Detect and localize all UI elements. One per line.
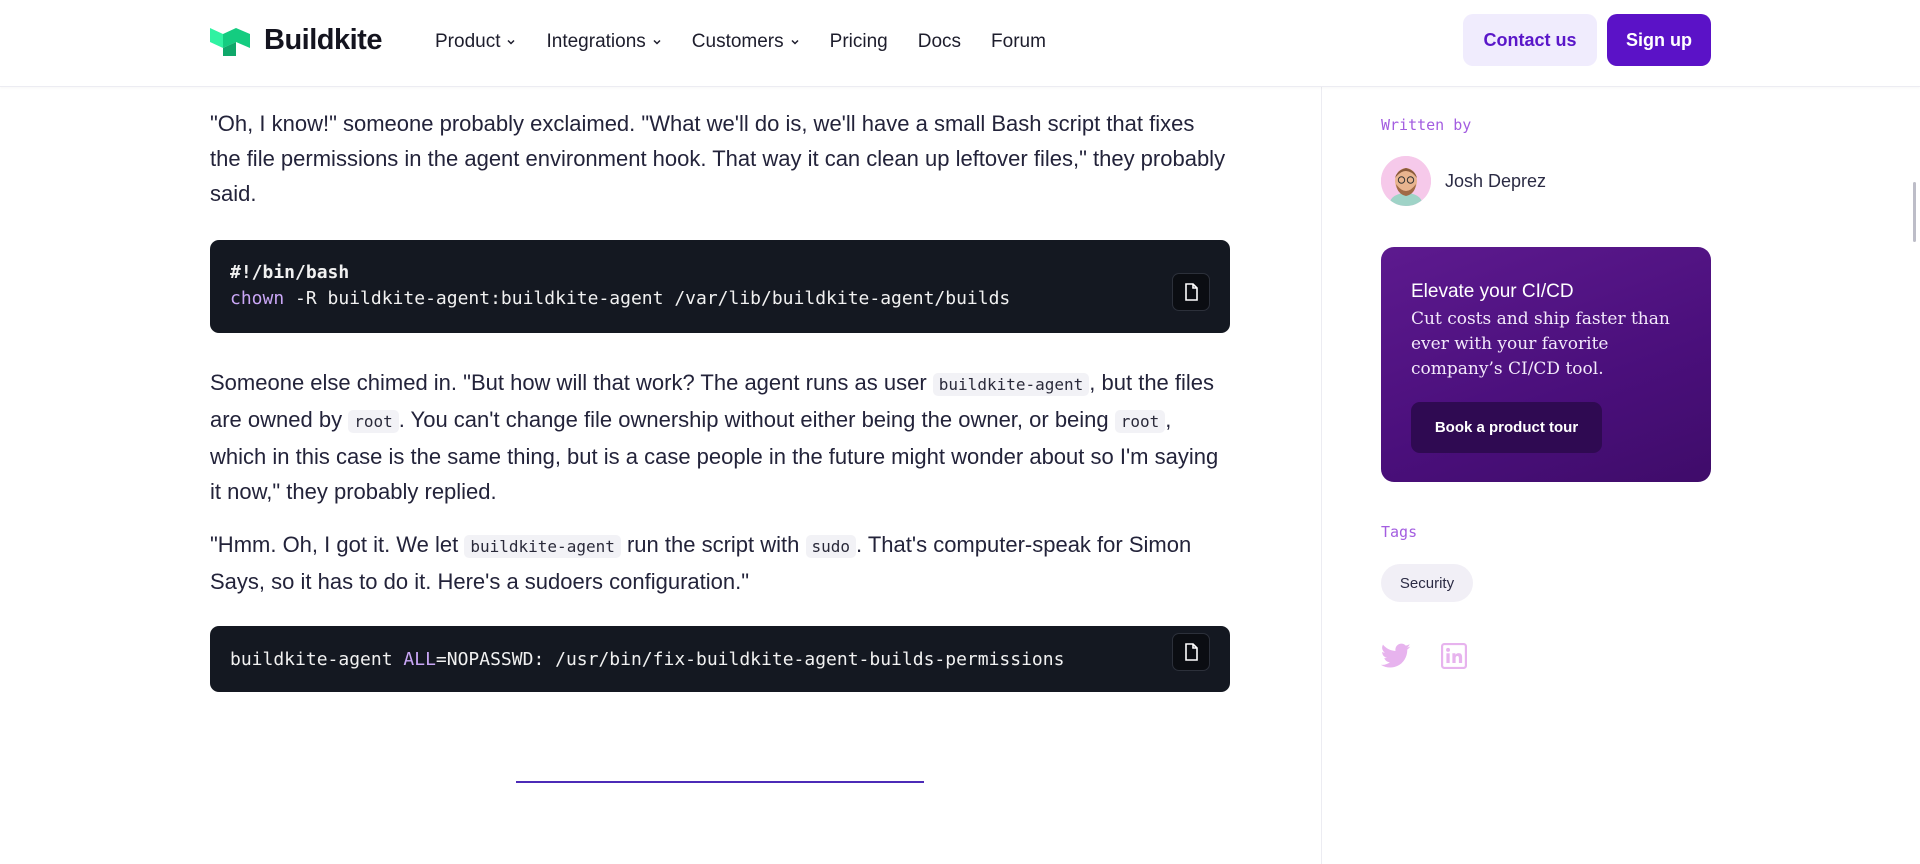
- section-divider: [516, 781, 924, 783]
- inline-code: root: [1114, 410, 1166, 433]
- copy-code-button[interactable]: [1172, 633, 1210, 671]
- nav-docs-label: Docs: [917, 31, 962, 52]
- chevron-down-icon: [507, 39, 516, 45]
- paragraph-3: "Hmm. Oh, I got it. We let buildkite-age…: [210, 527, 1230, 599]
- code-block-sudoers: buildkite-agent ALL=NOPASSWD: /usr/bin/f…: [210, 626, 1230, 692]
- paragraph-2: Someone else chimed in. "But how will th…: [210, 365, 1230, 509]
- inline-code: buildkite-agent: [464, 535, 621, 558]
- nav-pricing[interactable]: Pricing: [830, 31, 888, 53]
- sign-up-button[interactable]: Sign up: [1607, 14, 1711, 66]
- contact-us-button[interactable]: Contact us: [1463, 14, 1597, 66]
- inline-code: sudo: [805, 535, 857, 558]
- code-keyword: ALL: [403, 649, 436, 670]
- nav-integrations-label: Integrations: [546, 31, 646, 52]
- nav-product[interactable]: Product: [435, 31, 516, 53]
- main-nav: Product Integrations Customers Pricing D…: [435, 0, 1046, 84]
- author-name: Josh Deprez: [1445, 170, 1547, 191]
- inline-code: buildkite-agent: [932, 373, 1090, 396]
- sidebar-divider: [1321, 87, 1322, 864]
- nav-forum-label: Forum: [991, 31, 1046, 52]
- site-header: Buildkite Product Integrations Customers…: [0, 0, 1920, 87]
- book-product-tour-button[interactable]: Book a product tour: [1411, 402, 1602, 453]
- promo-text: Cut costs and ship faster than ever with…: [1411, 309, 1670, 379]
- code-block-bash: #!/bin/bash chown -R buildkite-agent:bui…: [210, 240, 1230, 333]
- nav-forum[interactable]: Forum: [991, 31, 1046, 53]
- text: Someone else chimed in. "But how will th…: [210, 370, 933, 395]
- social-share: [1381, 643, 1467, 669]
- inline-code: root: [348, 410, 399, 433]
- code-line-shebang: #!/bin/bash: [230, 262, 350, 283]
- buildkite-logo-icon: [210, 27, 250, 56]
- nav-integrations[interactable]: Integrations: [546, 31, 661, 53]
- copy-icon: [1185, 283, 1198, 301]
- nav-customers[interactable]: Customers: [692, 31, 800, 53]
- page-scrollbar[interactable]: [1906, 87, 1920, 864]
- twitter-icon[interactable]: [1381, 643, 1411, 669]
- logo-text: Buildkite: [264, 24, 382, 56]
- nav-customers-label: Customers: [691, 31, 784, 52]
- promo-card: Elevate your CI/CD Cut costs and ship fa…: [1381, 247, 1711, 482]
- code-line-sudoers: buildkite-agent ALL=NOPASSWD: /usr/bin/f…: [230, 647, 1210, 673]
- author-avatar: [1381, 156, 1431, 206]
- tags-label: Tags: [1381, 523, 1418, 541]
- code-text: -R buildkite-agent:buildkite-agent /var/…: [284, 288, 1011, 309]
- nav-docs[interactable]: Docs: [918, 31, 961, 53]
- buildkite-logo[interactable]: Buildkite: [210, 24, 382, 57]
- written-by-label: Written by: [1381, 116, 1472, 134]
- tag-security[interactable]: Security: [1381, 564, 1473, 602]
- code-keyword: chown: [230, 288, 285, 309]
- copy-code-button[interactable]: [1172, 273, 1210, 311]
- promo-title: Elevate your CI/CD: [1411, 281, 1574, 302]
- text: run the script with: [620, 532, 806, 557]
- linkedin-icon[interactable]: [1441, 643, 1467, 669]
- chevron-down-icon: [653, 39, 661, 45]
- author-link[interactable]: Josh Deprez: [1381, 156, 1546, 206]
- scrollbar-thumb[interactable]: [1913, 182, 1916, 242]
- copy-icon: [1185, 643, 1198, 661]
- code-text: buildkite-agent: [230, 649, 404, 670]
- text: . You can't change file ownership withou…: [398, 407, 1115, 432]
- nav-product-label: Product: [435, 31, 501, 52]
- text: "Hmm. Oh, I got it. We let: [210, 532, 465, 557]
- paragraph-1: "Oh, I know!" someone probably exclaimed…: [210, 111, 1226, 206]
- code-line-chown: chown -R buildkite-agent:buildkite-agent…: [230, 286, 1210, 312]
- code-text: =NOPASSWD: /usr/bin/fix-buildkite-agent-…: [435, 649, 1065, 670]
- nav-pricing-label: Pricing: [829, 31, 888, 52]
- chevron-down-icon: [791, 39, 799, 45]
